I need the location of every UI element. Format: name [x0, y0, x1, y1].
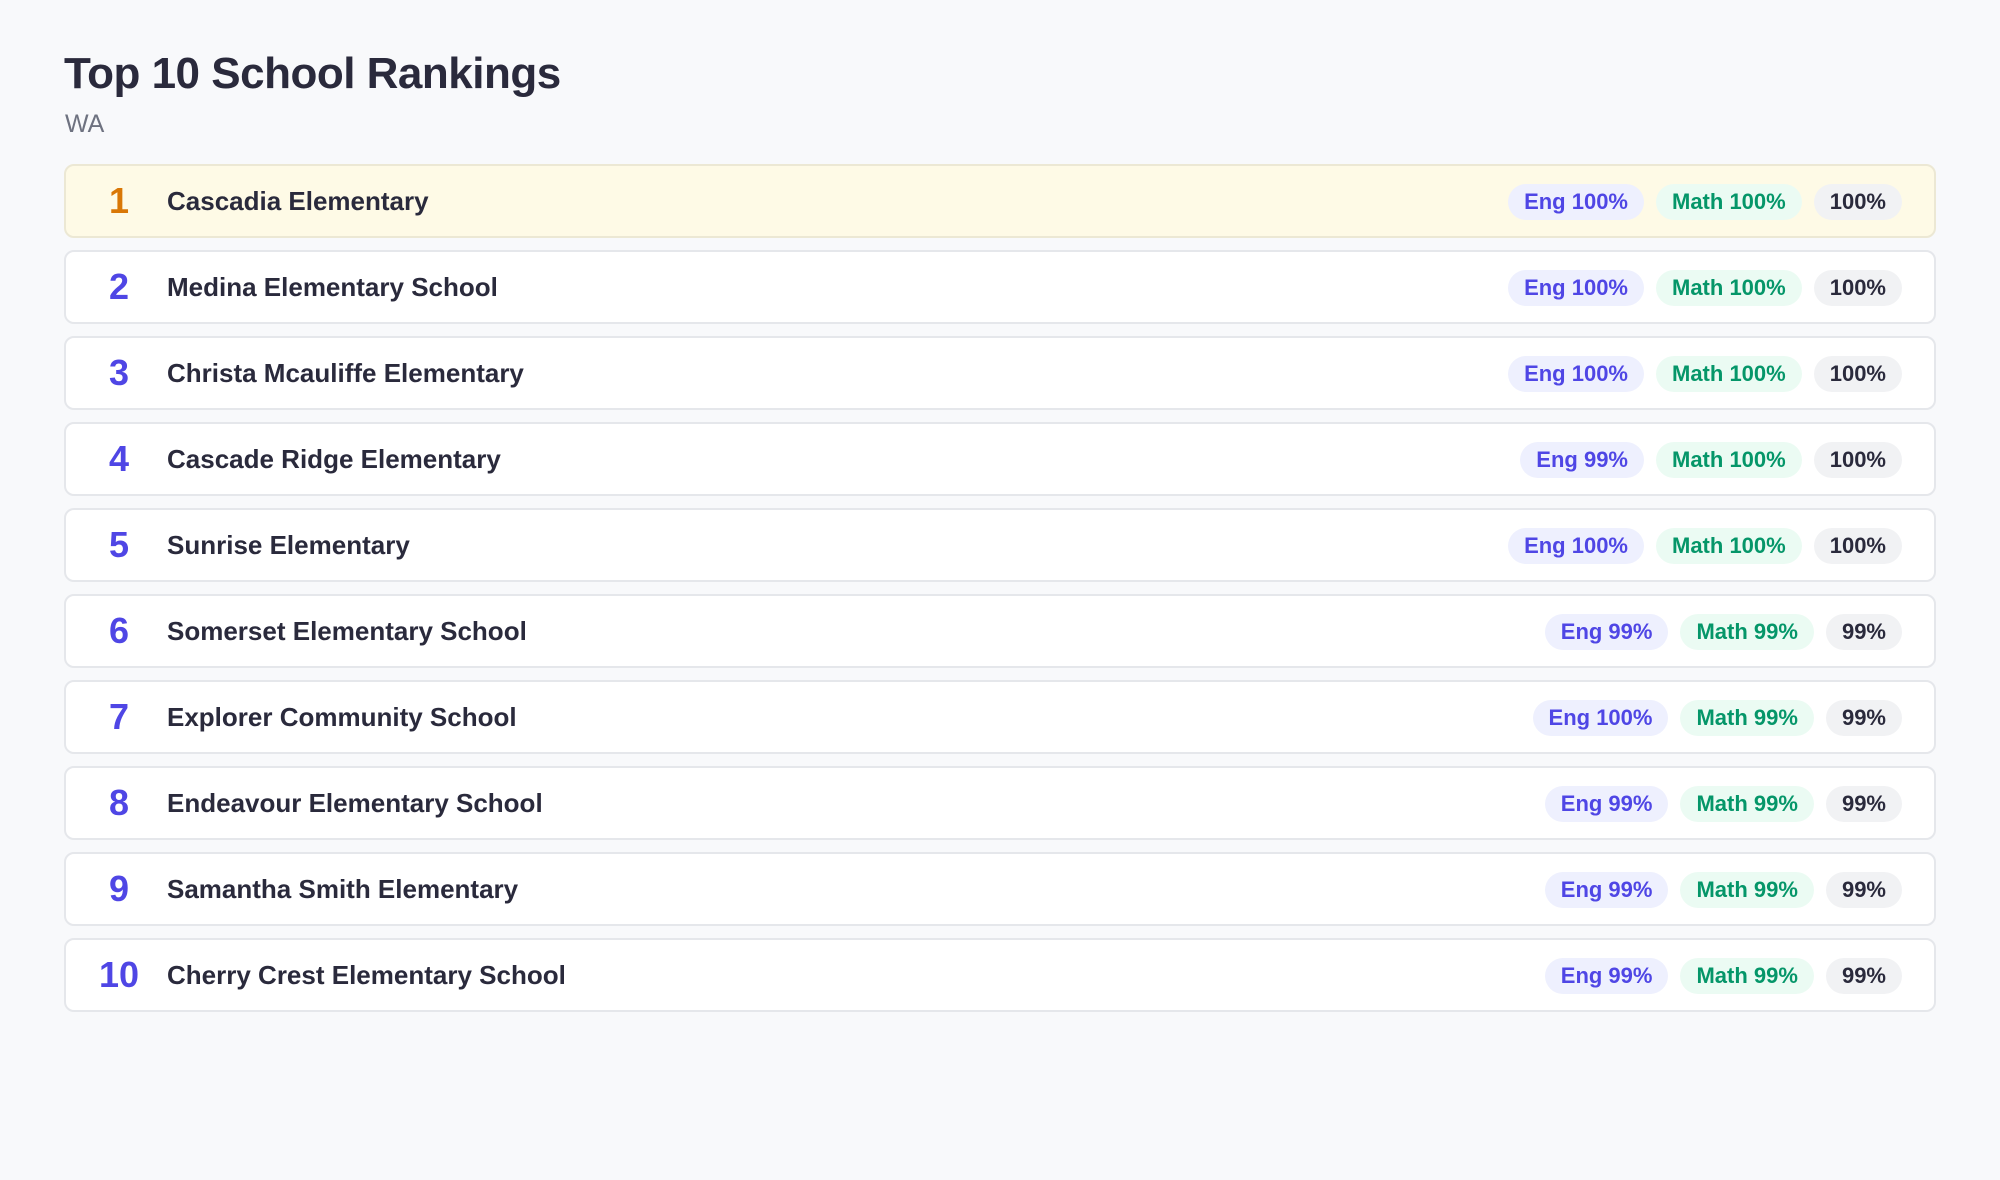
overall-score-badge: 99%: [1825, 786, 1902, 822]
english-score-badge: Eng 100%: [1508, 184, 1644, 220]
overall-score-badge: 100%: [1813, 356, 1902, 392]
score-badges: Eng 99% Math 99% 99%: [1544, 872, 1902, 908]
score-badges: Eng 100% Math 100% 100%: [1508, 270, 1902, 306]
rank-number: 1: [108, 180, 130, 221]
score-badges: Eng 100% Math 100% 100%: [1508, 356, 1902, 392]
ranking-row[interactable]: 8 Endeavour Elementary School Eng 99% Ma…: [64, 766, 1936, 840]
rank-number: 10: [98, 954, 140, 995]
score-badges: Eng 100% Math 100% 100%: [1508, 184, 1902, 220]
overall-score-badge: 100%: [1813, 270, 1902, 306]
math-score-badge: Math 99%: [1680, 614, 1814, 650]
math-score-badge: Math 99%: [1680, 872, 1814, 908]
math-score-badge: Math 99%: [1680, 700, 1814, 736]
math-score-badge: Math 100%: [1656, 270, 1802, 306]
rank-number: 2: [108, 266, 130, 307]
school-name: Cascadia Elementary: [167, 186, 429, 216]
ranking-row[interactable]: 10 Cherry Crest Elementary School Eng 99…: [64, 938, 1936, 1012]
school-name: Medina Elementary School: [167, 272, 498, 302]
score-badges: Eng 100% Math 99% 99%: [1532, 700, 1902, 736]
overall-score-badge: 100%: [1813, 442, 1902, 478]
overall-score-badge: 99%: [1825, 614, 1902, 650]
math-score-badge: Math 100%: [1656, 442, 1802, 478]
rank-number: 6: [108, 610, 130, 651]
score-badges: Eng 100% Math 100% 100%: [1508, 528, 1902, 564]
math-score-badge: Math 99%: [1680, 786, 1814, 822]
ranking-row[interactable]: 1 Cascadia Elementary Eng 100% Math 100%…: [64, 164, 1936, 238]
school-name: Endeavour Elementary School: [167, 788, 543, 818]
score-badges: Eng 99% Math 99% 99%: [1544, 614, 1902, 650]
english-score-badge: Eng 100%: [1532, 700, 1669, 736]
overall-score-badge: 99%: [1825, 700, 1902, 736]
school-name: Samantha Smith Elementary: [167, 874, 519, 904]
overall-score-badge: 100%: [1813, 184, 1902, 220]
english-score-badge: Eng 100%: [1508, 528, 1644, 564]
ranking-row[interactable]: 5 Sunrise Elementary Eng 100% Math 100% …: [64, 508, 1936, 582]
ranking-row[interactable]: 9 Samantha Smith Elementary Eng 99% Math…: [64, 852, 1936, 926]
school-name: Sunrise Elementary: [167, 530, 410, 560]
english-score-badge: Eng 100%: [1508, 270, 1644, 306]
ranking-list: 1 Cascadia Elementary Eng 100% Math 100%…: [64, 164, 1936, 1024]
overall-score-badge: 100%: [1813, 528, 1902, 564]
math-score-badge: Math 99%: [1680, 958, 1814, 994]
rank-number: 9: [108, 868, 130, 909]
rank-number: 3: [108, 352, 130, 393]
school-name: Christa Mcauliffe Elementary: [167, 358, 524, 388]
english-score-badge: Eng 99%: [1544, 614, 1669, 650]
school-name: Explorer Community School: [167, 702, 517, 732]
english-score-badge: Eng 99%: [1544, 958, 1669, 994]
school-name: Somerset Elementary School: [167, 616, 527, 646]
rank-number: 7: [108, 696, 130, 737]
rank-number: 8: [108, 782, 130, 823]
page-subtitle: WA: [65, 110, 105, 138]
ranking-row[interactable]: 7 Explorer Community School Eng 100% Mat…: [64, 680, 1936, 754]
score-badges: Eng 99% Math 99% 99%: [1544, 958, 1902, 994]
page-title: Top 10 School Rankings: [64, 49, 561, 98]
ranking-row[interactable]: 4 Cascade Ridge Elementary Eng 99% Math …: [64, 422, 1936, 496]
ranking-row[interactable]: 2 Medina Elementary School Eng 100% Math…: [64, 250, 1936, 324]
rank-number: 5: [108, 524, 130, 565]
score-badges: Eng 99% Math 99% 99%: [1544, 786, 1902, 822]
english-score-badge: Eng 99%: [1520, 442, 1644, 478]
school-name: Cherry Crest Elementary School: [167, 960, 566, 990]
overall-score-badge: 99%: [1825, 872, 1902, 908]
english-score-badge: Eng 100%: [1508, 356, 1644, 392]
math-score-badge: Math 100%: [1656, 356, 1802, 392]
overall-score-badge: 99%: [1825, 958, 1902, 994]
school-name: Cascade Ridge Elementary: [167, 444, 501, 474]
ranking-row[interactable]: 6 Somerset Elementary School Eng 99% Mat…: [64, 594, 1936, 668]
english-score-badge: Eng 99%: [1544, 872, 1669, 908]
english-score-badge: Eng 99%: [1544, 786, 1669, 822]
rank-number: 4: [108, 438, 130, 479]
math-score-badge: Math 100%: [1656, 528, 1802, 564]
math-score-badge: Math 100%: [1656, 184, 1802, 220]
score-badges: Eng 99% Math 100% 100%: [1520, 442, 1902, 478]
ranking-row[interactable]: 3 Christa Mcauliffe Elementary Eng 100% …: [64, 336, 1936, 410]
